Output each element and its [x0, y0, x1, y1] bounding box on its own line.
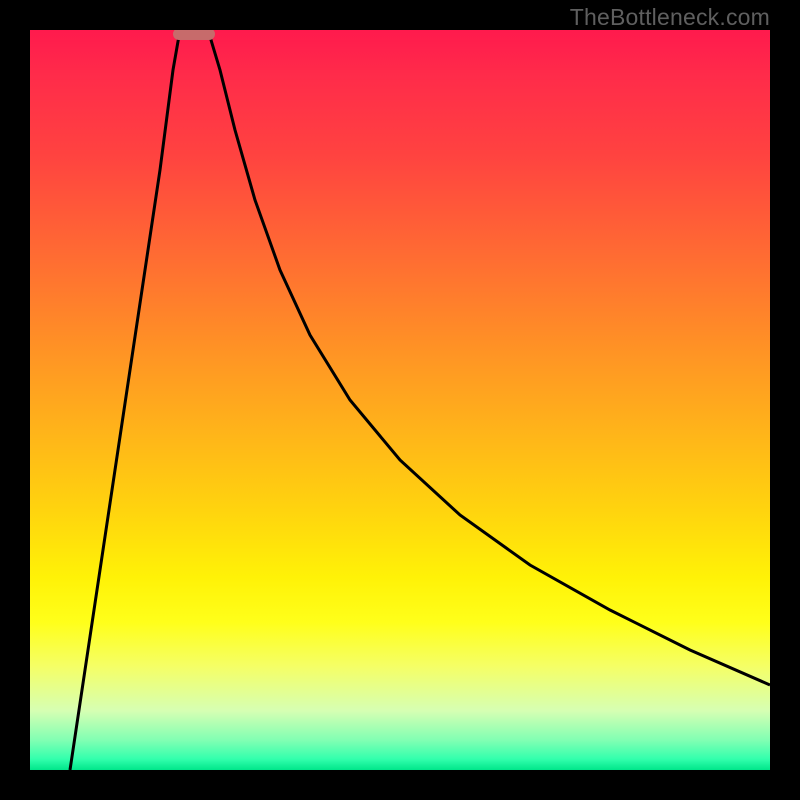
left-branch-curve: [70, 30, 180, 770]
bottleneck-marker: [173, 30, 215, 40]
right-branch-curve: [208, 30, 770, 685]
plot-area: [30, 30, 770, 770]
chart-frame: TheBottleneck.com: [0, 0, 800, 800]
watermark-text: TheBottleneck.com: [570, 4, 770, 31]
curve-layer: [30, 30, 770, 770]
